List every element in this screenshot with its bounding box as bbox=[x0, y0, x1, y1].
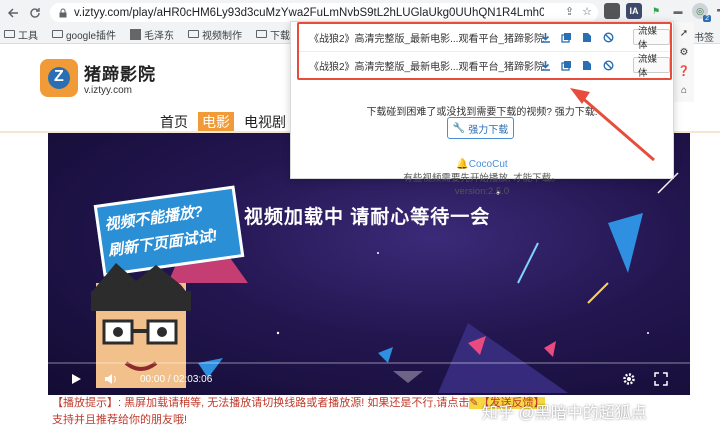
annotation-arrow bbox=[570, 88, 655, 162]
